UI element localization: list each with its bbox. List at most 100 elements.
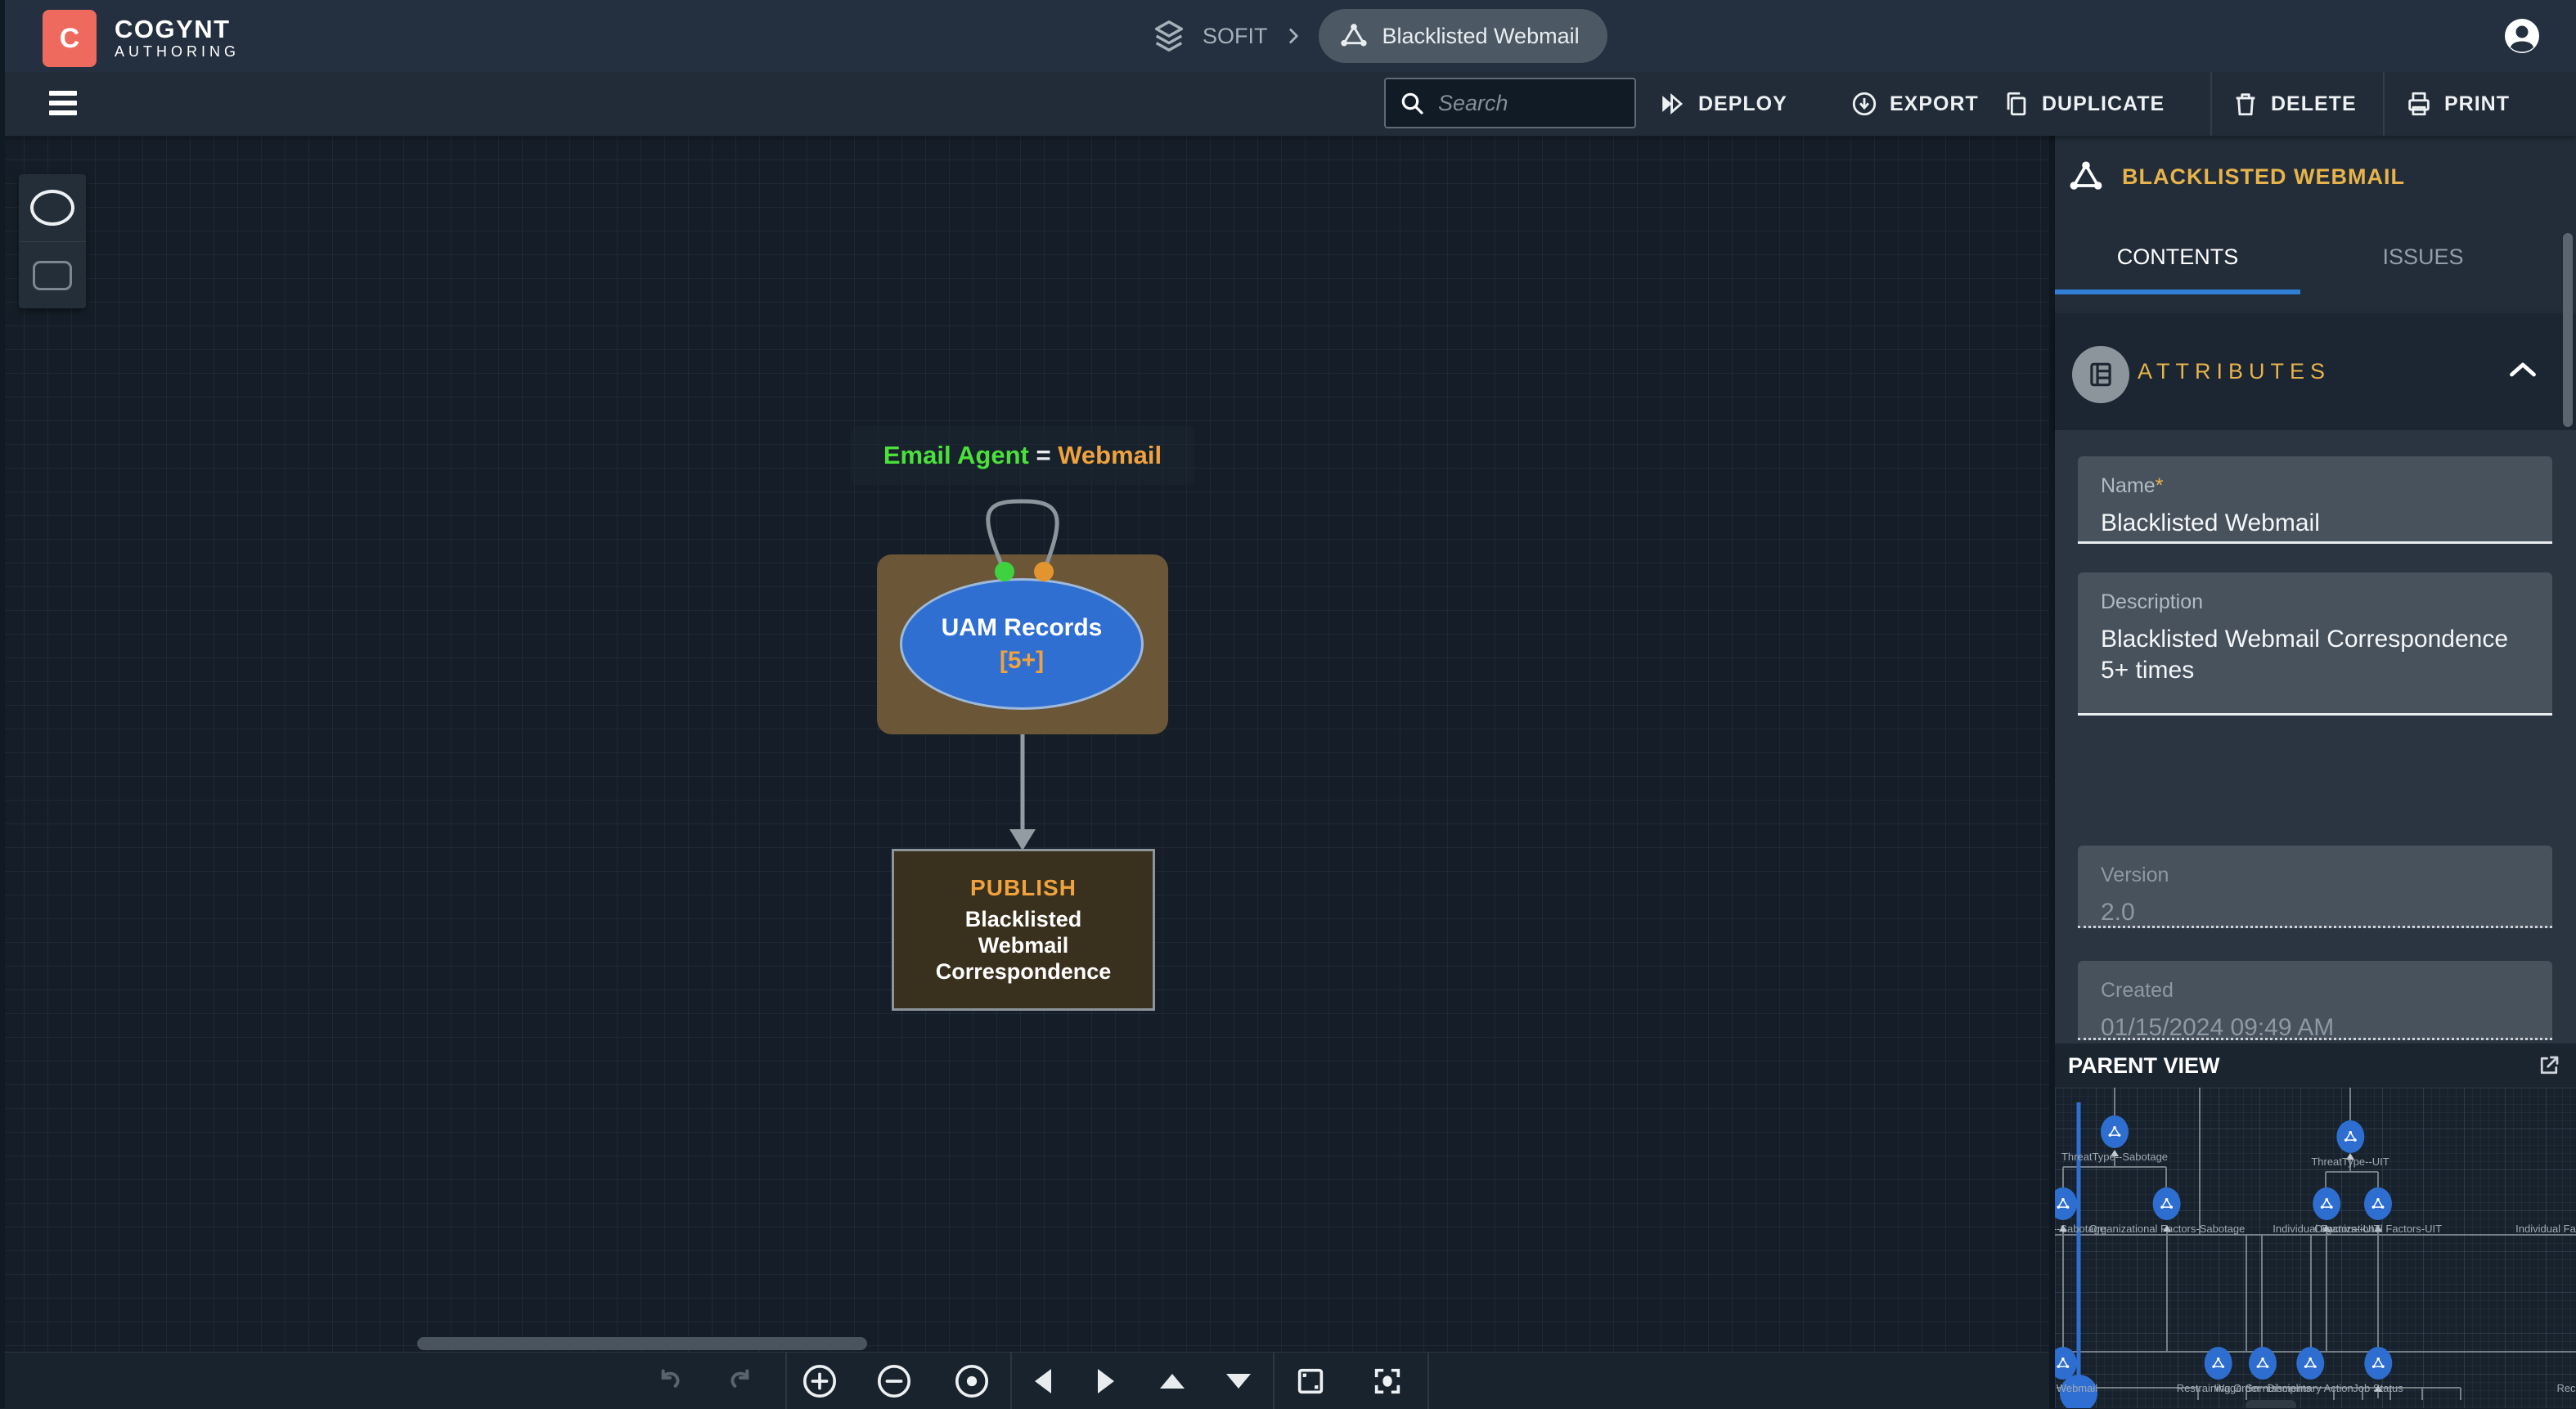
name-field-value: Blacklisted Webmail	[2101, 508, 2529, 539]
name-field-label: Name	[2101, 474, 2156, 497]
details-panel-title: BLACKLISTED WEBMAIL	[2122, 164, 2405, 190]
zoom-in-button[interactable]	[801, 1362, 838, 1400]
description-field-label: Description	[2101, 590, 2529, 614]
minimap-node-label: Individual Fa	[2515, 1223, 2576, 1235]
attributes-icon	[2072, 346, 2129, 403]
chevron-right-icon	[1283, 25, 1304, 47]
logo-title: COGYNT	[115, 16, 240, 43]
minimap-node[interactable]: Organizational Factors-UIT	[2314, 1187, 2442, 1235]
created-field: Created 01/15/2024 09:49 AM	[2078, 961, 2552, 1040]
description-field[interactable]: Description Blacklisted Webmail Correspo…	[2078, 572, 2552, 716]
name-field[interactable]: Name* Blacklisted Webmail	[2078, 456, 2552, 544]
attributes-section-header[interactable]: ATTRIBUTES	[2055, 313, 2576, 430]
tab-contents[interactable]: CONTENTS	[2055, 218, 2300, 296]
minimap-node-label: Rec	[2556, 1382, 2575, 1394]
duplicate-button[interactable]: DUPLICATE	[2003, 72, 2165, 136]
app-header: C COGYNT AUTHORING SOFIT	[0, 0, 2576, 72]
condition-lhs: Email Agent	[883, 441, 1029, 469]
description-value-line1: Blacklisted Webmail Correspondence	[2101, 624, 2529, 655]
export-button[interactable]: EXPORT	[1850, 72, 1979, 136]
pan-left-button[interactable]	[1035, 1369, 1051, 1393]
required-marker: *	[2156, 474, 2164, 497]
print-icon	[2405, 90, 2433, 118]
undo-button[interactable]	[654, 1365, 686, 1398]
minimap-node[interactable]: Rec	[2552, 1347, 2576, 1394]
search-icon	[1399, 90, 1425, 116]
minimap-node[interactable]: listed Webmail	[2055, 1347, 2097, 1394]
minimap-node[interactable]: ThreatType--UIT	[2311, 1120, 2389, 1168]
minimap-node[interactable]: Individual Fa	[2515, 1187, 2576, 1235]
search-box[interactable]	[1384, 78, 1636, 128]
pan-down-button[interactable]	[1226, 1374, 1251, 1389]
model-icon	[2055, 1347, 2077, 1380]
tab-issues[interactable]: ISSUES	[2300, 218, 2546, 296]
model-icon	[2336, 1120, 2364, 1153]
model-icon	[2153, 1187, 2181, 1220]
shape-palette	[19, 174, 86, 308]
delete-button[interactable]: DELETE	[2232, 72, 2357, 136]
redo-button[interactable]	[724, 1365, 757, 1398]
layers-icon	[1150, 17, 1188, 55]
deploy-icon	[1659, 90, 1687, 118]
zoom-out-button[interactable]	[875, 1362, 913, 1400]
model-icon	[2068, 159, 2104, 195]
minimap-node-label: Organizational Factors-UIT	[2314, 1223, 2442, 1235]
minimap-node-label: Organizational Factors-Sabotage	[2089, 1223, 2246, 1235]
details-panel: BLACKLISTED WEBMAIL CONTENTS ISSUES ATTR…	[2049, 136, 2576, 1408]
search-input[interactable]	[1436, 90, 1603, 117]
rectangle-tool-icon	[33, 261, 72, 290]
uam-node-badge: [5+]	[1000, 647, 1044, 675]
active-tab-indicator	[2055, 289, 2300, 294]
model-canvas[interactable]: Email Agent = Webmail UAM Records [5+] P…	[0, 136, 2049, 1352]
condition-rhs: Webmail	[1058, 441, 1162, 469]
model-icon	[2101, 1115, 2129, 1148]
export-icon	[1850, 90, 1878, 118]
parent-view-minimap[interactable]: ThreatType--SabotageThreatType--UITlFact…	[2055, 1088, 2576, 1408]
attributes-section-title: ATTRIBUTES	[2138, 313, 2331, 430]
details-tabs: CONTENTS ISSUES	[2055, 218, 2576, 296]
minimap-node-label: ThreatType--UIT	[2311, 1155, 2389, 1168]
edge-condition-label[interactable]: Email Agent = Webmail	[851, 426, 1194, 485]
zoom-reset-button[interactable]	[953, 1362, 991, 1400]
minimap-node-label: ThreatType--Sabotage	[2061, 1151, 2168, 1163]
model-icon	[2364, 1347, 2392, 1380]
open-in-new-icon[interactable]	[2537, 1053, 2561, 1078]
collapse-section-icon[interactable]	[2508, 360, 2538, 379]
pan-right-button[interactable]	[1098, 1369, 1114, 1393]
model-icon	[1338, 20, 1369, 52]
publish-edge-arrowhead	[1009, 829, 1036, 850]
fit-view-button[interactable]	[1294, 1365, 1327, 1398]
description-value-line2: 5+ times	[2101, 655, 2529, 686]
publish-node-kicker: PUBLISH	[970, 875, 1077, 901]
canvas-horizontal-scrollbar[interactable]	[417, 1337, 867, 1350]
uam-records-node[interactable]: UAM Records [5+]	[900, 578, 1144, 710]
breadcrumb-project[interactable]: SOFIT	[1203, 24, 1268, 49]
version-field: Version 2.0	[2078, 846, 2552, 928]
minimap-node[interactable]: Disciplinary Action	[2267, 1347, 2353, 1394]
version-field-label: Version	[2101, 864, 2529, 887]
created-field-label: Created	[2101, 979, 2529, 1003]
ellipse-tool[interactable]	[19, 174, 86, 241]
rectangle-tool[interactable]	[19, 241, 86, 309]
focus-selection-button[interactable]	[1371, 1365, 1404, 1398]
app-logo: C COGYNT AUTHORING	[43, 10, 240, 67]
print-button[interactable]: PRINT	[2405, 72, 2510, 136]
sidebar-scrollbar[interactable]	[2563, 233, 2573, 427]
minimap-node-label: listed Webmail	[2055, 1382, 2097, 1394]
minimap-node[interactable]: ThreatType--Sabotage	[2061, 1115, 2168, 1163]
minimap-node[interactable]: Organizational Factors-Sabotage	[2089, 1187, 2246, 1235]
pan-up-button[interactable]	[1160, 1374, 1185, 1389]
details-panel-header: BLACKLISTED WEBMAIL	[2055, 136, 2576, 218]
minimap-node-label: Disciplinary Action	[2267, 1382, 2353, 1394]
minimap-scrollbar[interactable]	[2246, 1400, 2296, 1408]
publish-node[interactable]: PUBLISH Blacklisted Webmail Corresponden…	[892, 849, 1155, 1011]
breadcrumb-current-pill[interactable]: Blacklisted Webmail	[1319, 9, 1607, 63]
version-field-value: 2.0	[2101, 897, 2529, 928]
toolbar-separator	[2383, 72, 2385, 136]
account-button[interactable]	[2504, 18, 2540, 54]
edges-layer	[0, 136, 2049, 1352]
deploy-button[interactable]: DEPLOY	[1659, 72, 1787, 136]
minimap-node[interactable]: Job Status	[2353, 1347, 2403, 1394]
menu-icon[interactable]	[49, 91, 77, 115]
parent-view-header: PARENT VIEW	[2055, 1043, 2576, 1088]
